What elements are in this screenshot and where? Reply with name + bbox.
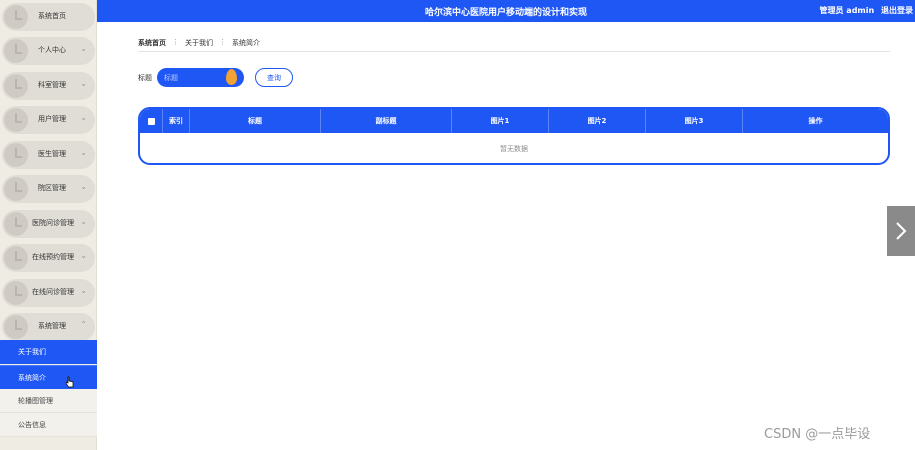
- app-root: 系统首页 个人中心 ⌄ 科室管理 ⌄ 用户管理 ⌄ 医生管理 ⌄ 院区管理 ⌄: [0, 0, 915, 450]
- checkbox-icon: [147, 117, 155, 125]
- chevron-down-icon: ⌄: [80, 148, 87, 157]
- sidebar-item-label: 用户管理: [38, 115, 66, 123]
- sidebar-item-label: 在线问诊管理: [32, 288, 74, 296]
- chevron-down-icon: ⌄: [80, 217, 87, 226]
- sidebar-item-online-booking[interactable]: 在线预约管理 ⌄: [2, 244, 95, 272]
- breadcrumb-item-about[interactable]: 关于我们: [185, 38, 213, 48]
- sidebar-item-label: 个人中心: [38, 46, 66, 54]
- clock-icon: [4, 5, 28, 29]
- search-label: 标题: [138, 74, 152, 82]
- sidebar-subitem-carousel[interactable]: 轮播图管理: [0, 389, 97, 413]
- watermark-text: CSDN @一点毕设: [764, 427, 871, 442]
- input-decoration-icon: [226, 69, 237, 85]
- column-header-subtitle: 副标题: [321, 109, 452, 133]
- logout-link[interactable]: 退出登录: [881, 6, 913, 15]
- sidebar-item-label: 在线预约管理: [32, 253, 74, 261]
- sidebar-subitem-system-intro[interactable]: 系统简介: [0, 365, 97, 389]
- column-header-title: 标题: [190, 109, 321, 133]
- sidebar-item-label: 医院问诊管理: [32, 219, 74, 227]
- select-all-checkbox[interactable]: [140, 109, 163, 133]
- sidebar-item-label: 科室管理: [38, 81, 66, 89]
- sidebar-item-system[interactable]: 系统管理 ⌃: [2, 313, 95, 341]
- clock-icon: [4, 143, 28, 167]
- sidebar-item-online-consult[interactable]: 在线问诊管理 ⌄: [2, 279, 95, 307]
- app-title: 哈尔滨中心医院用户移动端的设计和实现: [424, 8, 587, 18]
- sidebar-item-home[interactable]: 系统首页: [2, 3, 95, 31]
- column-header-actions: 操作: [808, 117, 823, 125]
- clock-icon: [4, 246, 28, 270]
- column-header-image1: 图片1: [452, 109, 549, 133]
- hand-cursor-icon: [65, 376, 74, 388]
- chevron-down-icon: ⌄: [80, 286, 87, 295]
- breadcrumb-item-intro: 系统简介: [232, 39, 260, 47]
- breadcrumb-separator-icon: ⋮: [172, 38, 179, 46]
- chevron-down-icon: ⌄: [80, 251, 87, 260]
- chevron-down-icon: ⌄: [80, 79, 87, 88]
- clock-icon: [4, 108, 28, 132]
- chevron-up-icon: ⌃: [80, 320, 87, 329]
- sidebar-item-campus[interactable]: 院区管理 ⌄: [2, 175, 95, 203]
- column-header-image3: 图片3: [646, 109, 743, 133]
- table-empty-text: 暂无数据: [500, 145, 528, 153]
- clock-icon: [4, 39, 28, 63]
- clock-icon: [4, 177, 28, 201]
- chevron-down-icon: ⌄: [80, 44, 87, 53]
- sidebar-item-users[interactable]: 用户管理 ⌄: [2, 106, 95, 134]
- clock-icon: [4, 212, 28, 236]
- sidebar-item-label: 系统管理: [38, 322, 66, 330]
- sidebar-item-doctors[interactable]: 医生管理 ⌄: [2, 141, 95, 169]
- column-header-index: 索引: [163, 109, 190, 133]
- chevron-down-icon: ⌄: [80, 182, 87, 191]
- sidebar: 系统首页 个人中心 ⌄ 科室管理 ⌄ 用户管理 ⌄ 医生管理 ⌄ 院区管理 ⌄: [0, 0, 97, 450]
- top-header: 哈尔滨中心医院用户移动端的设计和实现 管理员 admin 退出登录: [97, 0, 915, 22]
- sidebar-item-label: 系统首页: [38, 12, 66, 20]
- clock-icon: [4, 281, 28, 305]
- sidebar-item-label: 医生管理: [38, 150, 66, 158]
- sidebar-item-hospital-consult[interactable]: 医院问诊管理 ⌄: [2, 210, 95, 238]
- sidebar-item-department[interactable]: 科室管理 ⌄: [2, 72, 95, 100]
- breadcrumb-divider: [138, 51, 890, 52]
- query-button[interactable]: 查询: [255, 68, 293, 87]
- chevron-right-icon: [896, 222, 907, 240]
- clock-icon: [4, 315, 28, 339]
- chevron-down-icon: ⌄: [80, 113, 87, 122]
- breadcrumb-separator-icon: ⋮: [219, 38, 226, 46]
- sidebar-subitem-notices[interactable]: 公告信息: [0, 413, 97, 437]
- data-table: 索引 标题 副标题 图片1 图片2 图片3 操作 暂无数据: [138, 107, 890, 165]
- breadcrumb: 系统首页 ⋮ 关于我们 ⋮ 系统简介: [138, 38, 260, 48]
- breadcrumb-item-home[interactable]: 系统首页: [138, 38, 166, 48]
- sidebar-item-label: 院区管理: [38, 184, 66, 192]
- table-header: 索引 标题 副标题 图片1 图片2 图片3 操作: [140, 109, 888, 133]
- current-user: 管理员 admin: [819, 6, 875, 15]
- sidebar-item-personal-center[interactable]: 个人中心 ⌄: [2, 37, 95, 65]
- header-user-area: 管理员 admin 退出登录: [820, 5, 913, 16]
- next-page-button[interactable]: [887, 206, 915, 256]
- clock-icon: [4, 74, 28, 98]
- sidebar-subitem-about-us[interactable]: 关于我们: [0, 340, 97, 364]
- column-header-image2: 图片2: [549, 109, 646, 133]
